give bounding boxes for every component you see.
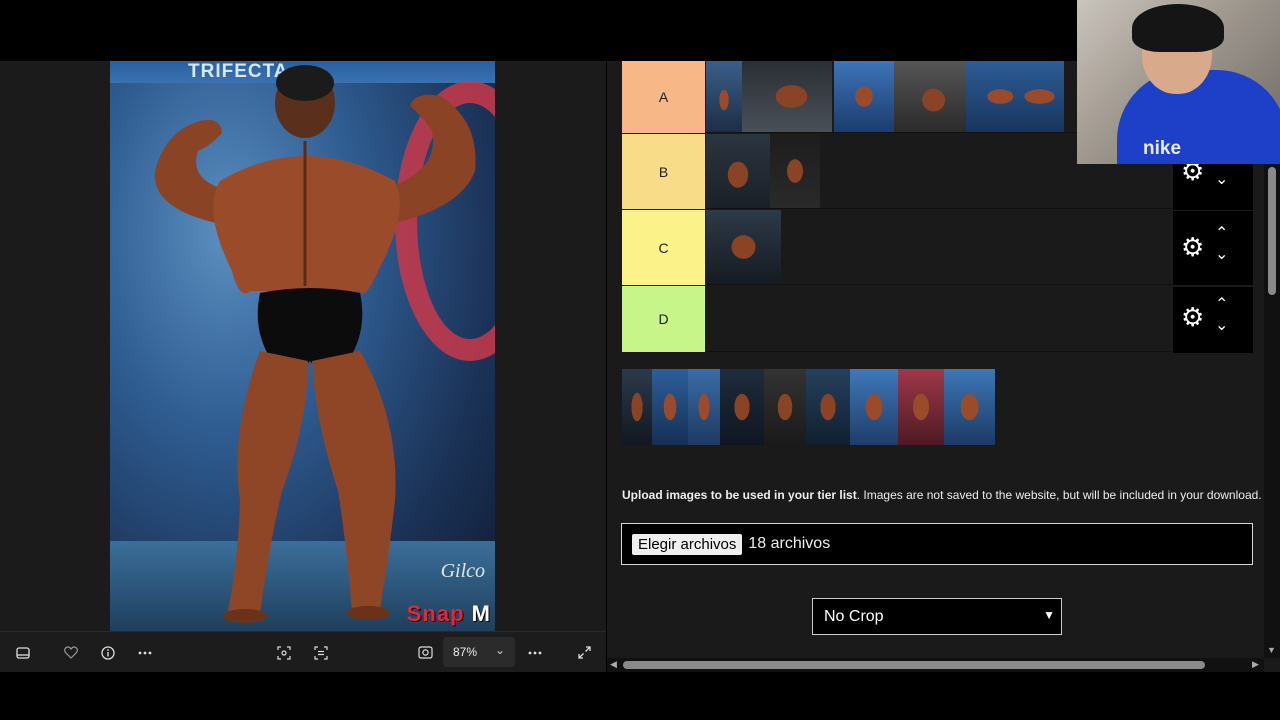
shirt-brand-text: nike bbox=[1143, 138, 1182, 159]
tier-items-c[interactable] bbox=[706, 210, 1172, 285]
tier-label-d[interactable]: D bbox=[622, 286, 705, 352]
pool-image[interactable] bbox=[622, 369, 652, 445]
webcam-overlay: nike bbox=[1077, 0, 1280, 164]
watermark-snap: Snap bbox=[406, 601, 465, 626]
info-icon[interactable] bbox=[95, 632, 121, 673]
photo-canvas[interactable]: TRIFECTA Gilco Snap M bbox=[0, 61, 606, 631]
scroll-down-icon[interactable]: ▼ bbox=[1267, 645, 1276, 655]
tier-items-d[interactable] bbox=[706, 286, 1172, 352]
tier-image[interactable] bbox=[894, 61, 966, 132]
pool-image[interactable] bbox=[764, 369, 806, 445]
fit-screen-icon[interactable] bbox=[412, 632, 438, 673]
chevron-down-icon: ⌄ bbox=[494, 643, 505, 657]
webcam-hair bbox=[1132, 4, 1224, 52]
tier-label-b[interactable]: B bbox=[622, 134, 705, 209]
pool-image[interactable] bbox=[806, 369, 850, 445]
chevron-down-icon[interactable]: ⌄ bbox=[1215, 247, 1228, 263]
file-input[interactable]: Elegir archivos 18 archivos bbox=[621, 523, 1253, 565]
crop-select[interactable]: No Crop ▼ bbox=[812, 598, 1062, 635]
zoom-level: 87% bbox=[453, 645, 478, 659]
tier-controls-c: ⚙ ⌃ ⌄ bbox=[1173, 211, 1253, 285]
tier-image[interactable] bbox=[770, 134, 820, 208]
tier-row-d: D bbox=[622, 286, 1172, 352]
gear-icon[interactable]: ⚙ bbox=[1181, 304, 1204, 330]
viewer-toolbar: 87% ⌄ bbox=[0, 631, 606, 672]
more-icon[interactable] bbox=[132, 632, 158, 673]
screen: TRIFECTA Gilco Snap M 87% ⌄ A B C D ⚙ ⌄ … bbox=[0, 0, 1280, 720]
pool-image[interactable] bbox=[688, 369, 720, 445]
pool-image[interactable] bbox=[898, 369, 944, 445]
tier-image[interactable] bbox=[834, 61, 894, 132]
photo-watermark: Snap M bbox=[407, 601, 491, 627]
photo-viewer: TRIFECTA Gilco Snap M 87% ⌄ bbox=[0, 61, 606, 672]
chevron-up-icon[interactable]: ⌃ bbox=[1215, 226, 1228, 242]
tier-image[interactable] bbox=[966, 61, 1064, 132]
vertical-scroll-thumb[interactable] bbox=[1268, 167, 1276, 295]
athlete-figure bbox=[154, 65, 476, 623]
chevron-down-icon[interactable]: ⌄ bbox=[1215, 172, 1228, 188]
tier-image[interactable] bbox=[706, 210, 781, 284]
filmstrip-icon[interactable] bbox=[10, 632, 36, 673]
pool-image[interactable] bbox=[652, 369, 688, 445]
pool-image[interactable] bbox=[720, 369, 764, 445]
tier-label-c[interactable]: C bbox=[622, 210, 705, 285]
tier-image[interactable] bbox=[706, 61, 742, 132]
tier-controls-d: ⚙ ⌃ ⌄ bbox=[1173, 287, 1253, 353]
unsorted-image-pool[interactable] bbox=[622, 369, 995, 445]
crop-icon[interactable] bbox=[271, 632, 297, 673]
upload-note-rest: . Images are not saved to the website, b… bbox=[856, 488, 1262, 502]
horizontal-scroll-thumb[interactable] bbox=[623, 661, 1205, 669]
scan-text-icon[interactable] bbox=[308, 632, 334, 673]
scroll-right-icon[interactable]: ▶ bbox=[1252, 659, 1259, 670]
tier-row-c: C bbox=[622, 210, 1172, 285]
upload-note-bold: Upload images to be used in your tier li… bbox=[622, 488, 857, 502]
zoom-dropdown[interactable]: 87% ⌄ bbox=[443, 637, 515, 667]
tier-image[interactable] bbox=[742, 61, 832, 132]
fullscreen-icon[interactable] bbox=[571, 632, 597, 673]
tier-image[interactable] bbox=[706, 134, 770, 208]
file-count-label: 18 archivos bbox=[748, 535, 831, 552]
chevron-down-icon[interactable]: ⌄ bbox=[1215, 318, 1228, 334]
crop-select-value: No Crop bbox=[824, 607, 884, 625]
scroll-left-icon[interactable]: ◀ bbox=[610, 659, 617, 670]
tier-controls-b: ⚙ ⌄ bbox=[1173, 158, 1253, 210]
heart-icon[interactable] bbox=[58, 632, 84, 673]
horizontal-scrollbar[interactable]: ◀ ▶ bbox=[607, 658, 1264, 672]
choose-files-button[interactable]: Elegir archivos bbox=[632, 533, 743, 555]
upload-instructions: Upload images to be used in your tier li… bbox=[622, 488, 1272, 502]
bodybuilder-photo: TRIFECTA Gilco Snap M bbox=[110, 61, 495, 631]
tier-label-a[interactable]: A bbox=[622, 61, 705, 133]
pool-image[interactable] bbox=[944, 369, 995, 445]
gear-icon[interactable]: ⚙ bbox=[1181, 234, 1204, 260]
watermark-m: M bbox=[471, 601, 491, 626]
more-icon[interactable] bbox=[522, 632, 548, 673]
chevron-down-icon: ▼ bbox=[1043, 608, 1055, 622]
pool-image[interactable] bbox=[850, 369, 898, 445]
chevron-up-icon[interactable]: ⌃ bbox=[1215, 297, 1228, 313]
photographer-signature: Gilco bbox=[440, 560, 485, 582]
